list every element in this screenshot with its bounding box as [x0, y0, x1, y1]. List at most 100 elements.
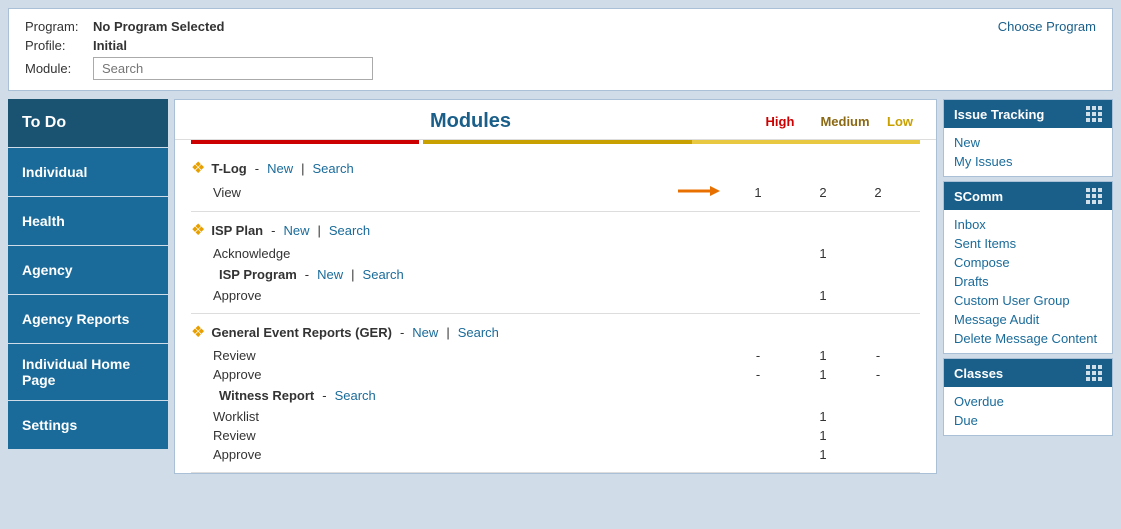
- ger-review-row: Review - 1 -: [191, 346, 920, 365]
- ger-review-label: Review: [213, 348, 728, 363]
- scomm-custom-user-group-link[interactable]: Custom User Group: [954, 292, 1102, 309]
- sidebar-item-health-label: Health: [22, 213, 65, 229]
- search-input[interactable]: [93, 57, 373, 80]
- profile-row: Profile: Initial: [25, 38, 373, 53]
- center-content: Modules High Medium Low ❖ T-Log - New |: [174, 99, 937, 474]
- witness-review-row: Review 1: [191, 426, 920, 445]
- main-layout: To Do Individual Health Agency Agency Re…: [8, 99, 1113, 474]
- classes-due-link[interactable]: Due: [954, 412, 1102, 429]
- ger-name: General Event Reports (GER): [211, 325, 392, 340]
- bar-medium: [423, 140, 696, 144]
- tlog-view-row: View 1 2 2: [191, 182, 920, 203]
- isp-new-link[interactable]: New: [283, 223, 309, 238]
- scomm-compose-link[interactable]: Compose: [954, 254, 1102, 271]
- witness-worklist-label: Worklist: [213, 409, 728, 424]
- isp-program-name: ISP Program: [219, 267, 297, 282]
- witness-review-label: Review: [213, 428, 728, 443]
- tlog-title-row: ❖ T-Log - New | Search: [191, 158, 920, 178]
- scomm-drafts-link[interactable]: Drafts: [954, 273, 1102, 290]
- program-value: No Program Selected: [93, 19, 225, 34]
- witness-approve-row: Approve 1: [191, 445, 920, 464]
- issue-tracking-grid-icon: [1086, 106, 1102, 122]
- top-bar: Program: No Program Selected Profile: In…: [8, 8, 1113, 91]
- witness-approve-label: Approve: [213, 447, 728, 462]
- classes-body: Overdue Due: [944, 387, 1112, 435]
- scomm-header: SComm: [944, 182, 1112, 210]
- witness-worklist-row: Worklist 1: [191, 407, 920, 426]
- ger-approve-low: -: [858, 367, 898, 382]
- profile-value: Initial: [93, 38, 127, 53]
- tlog-search-link[interactable]: Search: [312, 161, 353, 176]
- module-row: Module:: [25, 57, 373, 80]
- module-section-ger: ❖ General Event Reports (GER) - New | Se…: [191, 314, 920, 473]
- tlog-view-low: 2: [858, 185, 898, 200]
- witness-worklist-medium: 1: [788, 409, 858, 424]
- modules-header: Modules High Medium Low: [175, 100, 936, 140]
- sidebar-item-settings[interactable]: Settings: [8, 401, 168, 449]
- scomm-sent-items-link[interactable]: Sent Items: [954, 235, 1102, 252]
- ger-new-link[interactable]: New: [412, 325, 438, 340]
- scomm-delete-message-content-link[interactable]: Delete Message Content: [954, 330, 1102, 347]
- sidebar-item-individual-label: Individual: [22, 164, 87, 180]
- tlog-view-medium: 2: [788, 185, 858, 200]
- scomm-body: Inbox Sent Items Compose Drafts Custom U…: [944, 210, 1112, 353]
- witness-search-link[interactable]: Search: [335, 388, 376, 403]
- isp-program-new-link[interactable]: New: [317, 267, 343, 282]
- isp-name: ISP Plan: [211, 223, 263, 238]
- sidebar-item-settings-label: Settings: [22, 417, 77, 433]
- ger-review-low: -: [858, 348, 898, 363]
- sidebar-item-health[interactable]: Health: [8, 197, 168, 245]
- priority-bar: [191, 140, 920, 144]
- issue-tracking-title: Issue Tracking: [954, 107, 1044, 122]
- sidebar-item-todo[interactable]: To Do: [8, 99, 168, 147]
- top-bar-info: Program: No Program Selected Profile: In…: [25, 19, 373, 80]
- witness-approve-medium: 1: [788, 447, 858, 462]
- bar-low: [692, 140, 920, 144]
- isp-acknowledge-medium: 1: [788, 246, 858, 261]
- sidebar-item-agency-label: Agency: [22, 262, 73, 278]
- sidebar-item-individual-home-page[interactable]: Individual Home Page: [8, 344, 168, 400]
- tlog-arrow: [676, 184, 720, 201]
- ger-search-link[interactable]: Search: [458, 325, 499, 340]
- isp-program-search-link[interactable]: Search: [363, 267, 404, 282]
- isp-approve-medium: 1: [788, 288, 858, 303]
- classes-grid-icon: [1086, 365, 1102, 381]
- modules-body: ❖ T-Log - New | Search View 1: [175, 150, 936, 473]
- issue-tracking-new-link[interactable]: New: [954, 134, 1102, 151]
- isp-approve-row: Approve 1: [191, 286, 920, 305]
- classes-title: Classes: [954, 366, 1003, 381]
- classes-overdue-link[interactable]: Overdue: [954, 393, 1102, 410]
- sidebar-item-agency[interactable]: Agency: [8, 246, 168, 294]
- priority-medium-label: Medium: [810, 114, 880, 129]
- isp-acknowledge-row: Acknowledge 1: [191, 244, 920, 263]
- sidebar-item-agency-reports[interactable]: Agency Reports: [8, 295, 168, 343]
- isp-title-row: ❖ ISP Plan - New | Search: [191, 220, 920, 240]
- priority-headers: High Medium Low: [750, 114, 920, 129]
- tlog-name: T-Log: [211, 161, 246, 176]
- witness-review-medium: 1: [788, 428, 858, 443]
- ger-review-medium: 1: [788, 348, 858, 363]
- witness-title-row: Witness Report - Search: [191, 388, 920, 403]
- isp-approve-label: Approve: [213, 288, 728, 303]
- witness-name: Witness Report: [219, 388, 314, 403]
- scomm-inbox-link[interactable]: Inbox: [954, 216, 1102, 233]
- isp-icon: ❖: [191, 220, 205, 240]
- isp-search-link[interactable]: Search: [329, 223, 370, 238]
- module-section-tlog: ❖ T-Log - New | Search View 1: [191, 150, 920, 212]
- tlog-view-high: 1: [728, 185, 788, 200]
- sidebar-item-individual[interactable]: Individual: [8, 148, 168, 196]
- module-section-isp: ❖ ISP Plan - New | Search Acknowledge 1 …: [191, 212, 920, 314]
- tlog-new-link[interactable]: New: [267, 161, 293, 176]
- scomm-title: SComm: [954, 189, 1003, 204]
- module-label: Module:: [25, 61, 85, 76]
- choose-program-link[interactable]: Choose Program: [998, 19, 1096, 34]
- ger-approve-medium: 1: [788, 367, 858, 382]
- issue-tracking-my-issues-link[interactable]: My Issues: [954, 153, 1102, 170]
- right-sidebar: Issue Tracking New My Issues SComm: [943, 99, 1113, 474]
- tlog-icon: ❖: [191, 158, 205, 178]
- tlog-view-label: View: [213, 185, 672, 200]
- ger-approve-high: -: [728, 367, 788, 382]
- sidebar-item-individual-home-page-label: Individual Home Page: [22, 356, 154, 388]
- scomm-grid-icon: [1086, 188, 1102, 204]
- scomm-message-audit-link[interactable]: Message Audit: [954, 311, 1102, 328]
